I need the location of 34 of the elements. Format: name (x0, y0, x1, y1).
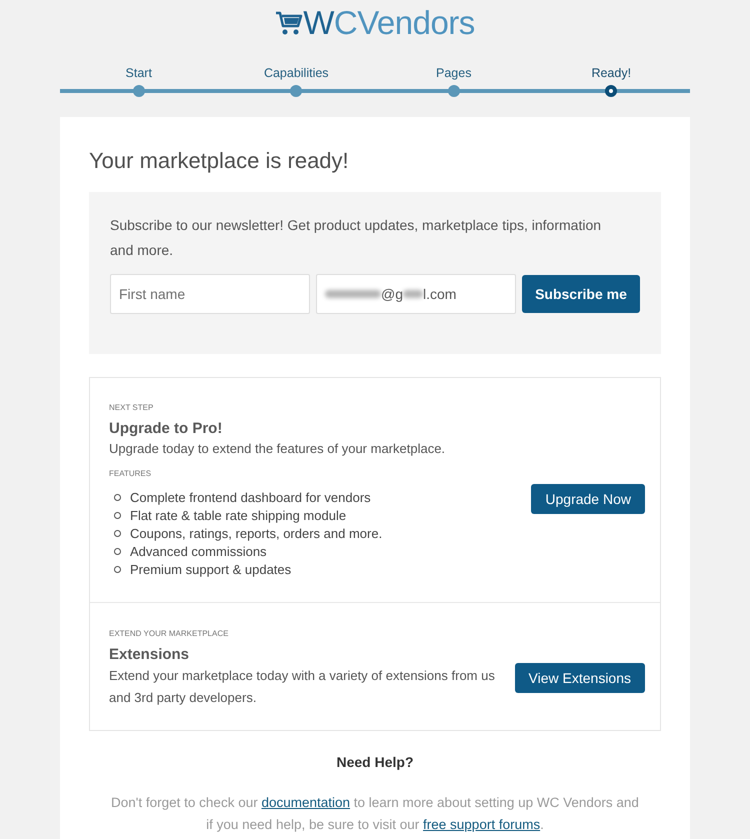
help-text: Don't forget to check our documentation to learn more about setting up WC Vendors and if you need help, be sure to visit our free support forums. (110, 794, 640, 834)
bullet-icon (114, 566, 121, 572)
section-description: Upgrade today to extend the features of your marketplace. (109, 440, 446, 458)
section-heading: Upgrade to Pro! (109, 419, 224, 439)
section-eyebrow: NEXT STEP (109, 402, 154, 414)
upgrade-button[interactable]: Upgrade Now (531, 484, 645, 514)
subscribe-button[interactable]: Subscribe me (522, 275, 640, 313)
extensions-button[interactable]: View Extensions (514, 662, 645, 692)
bullet-icon (114, 512, 121, 518)
bullet-icon (114, 548, 121, 554)
newsletter-text: Subscribe to our newsletter! Get product updates, marketplace tips, information and more. (110, 216, 602, 260)
section-eyebrow: EXTEND YOUR MARKETPLACE (109, 628, 230, 640)
email-field[interactable]: @g l.com (316, 274, 516, 314)
feature-text: Flat rate & table rate shipping module (130, 508, 346, 522)
page-title: Your marketplace is ready! (89, 147, 350, 175)
logo-text: WCVendors (303, 3, 475, 43)
section-description: Extend your marketplace today with a variety of extensions from us and 3rd party developers. (109, 667, 496, 707)
step-label: Start (126, 65, 152, 81)
first-name-field[interactable]: First name (110, 274, 310, 314)
feature-text: Coupons, ratings, reports, orders and more. (130, 526, 382, 540)
help-heading: Need Help? (336, 753, 414, 772)
cart-icon (275, 10, 304, 36)
feature-text: Premium support & updates (130, 562, 292, 576)
step-label: Capabilities (264, 65, 329, 81)
bullet-icon (114, 530, 121, 536)
section-heading: Extensions (109, 645, 190, 665)
feature-text: Advanced commissions (130, 544, 267, 558)
text-link[interactable]: documentation (261, 795, 350, 810)
features-label: FEATURES (109, 468, 152, 480)
step-label: Pages (436, 65, 472, 81)
text-link[interactable]: free support forums (423, 817, 540, 832)
bullet-icon (114, 494, 121, 500)
step-label: Ready! (591, 65, 632, 81)
feature-text: Complete frontend dashboard for vendors (130, 490, 371, 504)
